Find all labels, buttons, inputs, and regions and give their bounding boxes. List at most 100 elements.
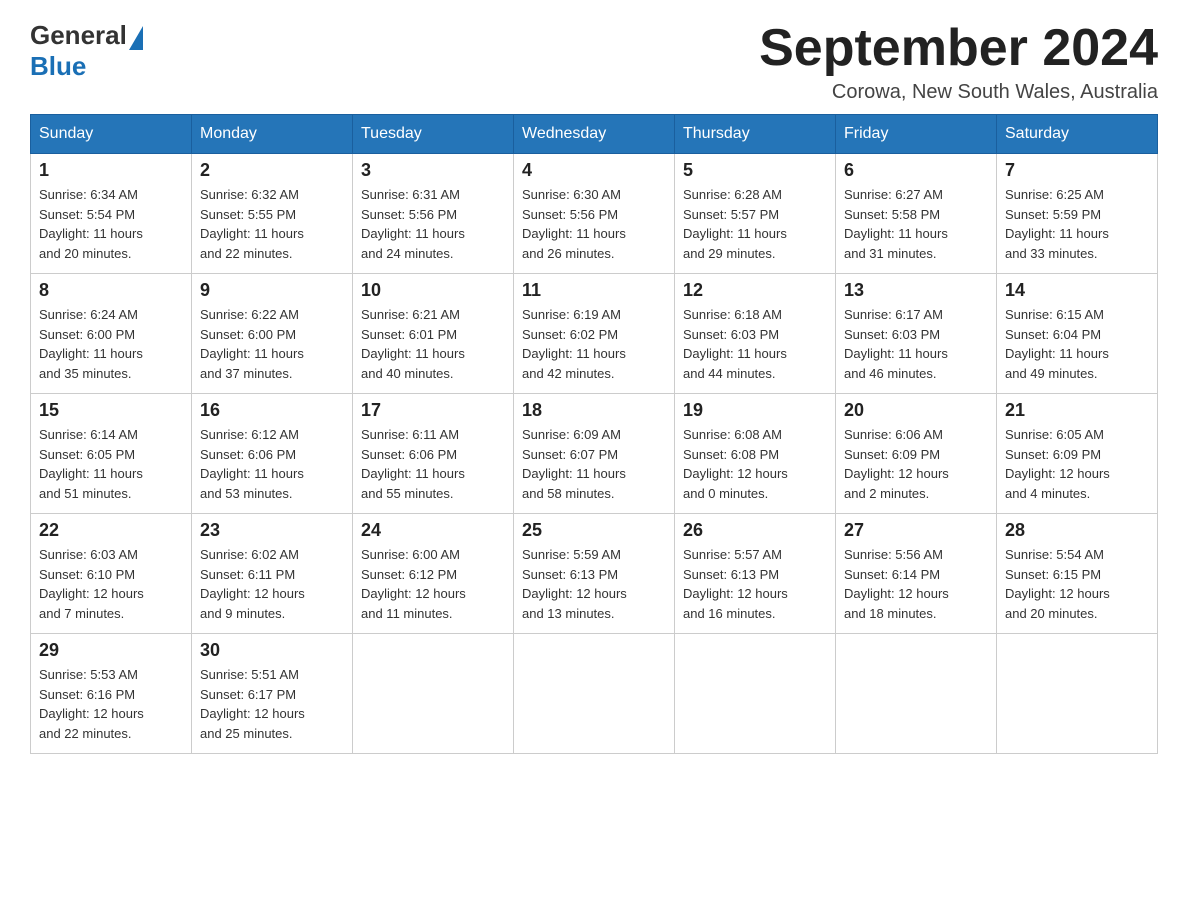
day-info: Sunrise: 6:14 AM Sunset: 6:05 PM Dayligh…	[39, 425, 183, 503]
day-info: Sunrise: 6:21 AM Sunset: 6:01 PM Dayligh…	[361, 305, 505, 383]
calendar-day-cell: 21Sunrise: 6:05 AM Sunset: 6:09 PM Dayli…	[997, 394, 1158, 514]
day-number: 9	[200, 280, 344, 301]
day-info: Sunrise: 6:19 AM Sunset: 6:02 PM Dayligh…	[522, 305, 666, 383]
calendar-week-row: 1 Sunrise: 6:34 AM Sunset: 5:54 PM Daylig…	[31, 154, 1158, 274]
calendar-day-cell	[675, 634, 836, 754]
logo: General Blue	[30, 20, 143, 82]
calendar-day-cell: 4 Sunrise: 6:30 AM Sunset: 5:56 PM Daylig…	[514, 154, 675, 274]
day-number: 6	[844, 160, 988, 181]
calendar-day-cell: 20 Sunrise: 6:06 AM Sunset: 6:09 PM Dayli…	[836, 394, 997, 514]
day-number: 20	[844, 400, 988, 421]
day-info: Sunrise: 6:31 AM Sunset: 5:56 PM Dayligh…	[361, 185, 505, 263]
day-info: Sunrise: 5:51 AM Sunset: 6:17 PM Dayligh…	[200, 665, 344, 743]
day-info: Sunrise: 6:06 AM Sunset: 6:09 PM Dayligh…	[844, 425, 988, 503]
day-info: Sunrise: 6:27 AM Sunset: 5:58 PM Dayligh…	[844, 185, 988, 263]
calendar-day-cell: 19Sunrise: 6:08 AM Sunset: 6:08 PM Dayli…	[675, 394, 836, 514]
calendar-day-cell: 9Sunrise: 6:22 AM Sunset: 6:00 PM Daylig…	[192, 274, 353, 394]
day-of-week-header: Wednesday	[514, 115, 675, 154]
day-info: Sunrise: 6:15 AM Sunset: 6:04 PM Dayligh…	[1005, 305, 1149, 383]
day-number: 8	[39, 280, 183, 301]
calendar-day-cell: 11 Sunrise: 6:19 AM Sunset: 6:02 PM Dayli…	[514, 274, 675, 394]
calendar-day-cell: 6 Sunrise: 6:27 AM Sunset: 5:58 PM Daylig…	[836, 154, 997, 274]
logo-blue-text: Blue	[30, 51, 143, 82]
day-number: 30	[200, 640, 344, 661]
day-info: Sunrise: 5:54 AM Sunset: 6:15 PM Dayligh…	[1005, 545, 1149, 623]
day-number: 16	[200, 400, 344, 421]
calendar-day-cell: 30 Sunrise: 5:51 AM Sunset: 6:17 PM Dayli…	[192, 634, 353, 754]
calendar-day-cell: 27Sunrise: 5:56 AM Sunset: 6:14 PM Dayli…	[836, 514, 997, 634]
day-number: 10	[361, 280, 505, 301]
calendar-day-cell: 18 Sunrise: 6:09 AM Sunset: 6:07 PM Dayli…	[514, 394, 675, 514]
day-number: 7	[1005, 160, 1149, 181]
day-info: Sunrise: 6:24 AM Sunset: 6:00 PM Dayligh…	[39, 305, 183, 383]
calendar-day-cell	[353, 634, 514, 754]
calendar-day-cell: 29 Sunrise: 5:53 AM Sunset: 6:16 PM Dayli…	[31, 634, 192, 754]
day-number: 13	[844, 280, 988, 301]
calendar-day-cell: 15 Sunrise: 6:14 AM Sunset: 6:05 PM Dayli…	[31, 394, 192, 514]
day-info: Sunrise: 6:11 AM Sunset: 6:06 PM Dayligh…	[361, 425, 505, 503]
day-info: Sunrise: 6:00 AM Sunset: 6:12 PM Dayligh…	[361, 545, 505, 623]
calendar-day-cell: 16 Sunrise: 6:12 AM Sunset: 6:06 PM Dayli…	[192, 394, 353, 514]
calendar-day-cell: 24 Sunrise: 6:00 AM Sunset: 6:12 PM Dayli…	[353, 514, 514, 634]
calendar-day-cell: 10 Sunrise: 6:21 AM Sunset: 6:01 PM Dayli…	[353, 274, 514, 394]
day-of-week-header: Thursday	[675, 115, 836, 154]
day-info: Sunrise: 6:02 AM Sunset: 6:11 PM Dayligh…	[200, 545, 344, 623]
day-number: 3	[361, 160, 505, 181]
calendar-day-cell: 14 Sunrise: 6:15 AM Sunset: 6:04 PM Dayli…	[997, 274, 1158, 394]
day-number: 26	[683, 520, 827, 541]
day-info: Sunrise: 6:28 AM Sunset: 5:57 PM Dayligh…	[683, 185, 827, 263]
day-number: 14	[1005, 280, 1149, 301]
day-number: 5	[683, 160, 827, 181]
day-number: 22	[39, 520, 183, 541]
calendar-day-cell: 28Sunrise: 5:54 AM Sunset: 6:15 PM Dayli…	[997, 514, 1158, 634]
day-info: Sunrise: 6:25 AM Sunset: 5:59 PM Dayligh…	[1005, 185, 1149, 263]
calendar-day-cell	[514, 634, 675, 754]
day-number: 24	[361, 520, 505, 541]
calendar-day-cell: 26 Sunrise: 5:57 AM Sunset: 6:13 PM Dayli…	[675, 514, 836, 634]
calendar-week-row: 15 Sunrise: 6:14 AM Sunset: 6:05 PM Dayli…	[31, 394, 1158, 514]
calendar-day-cell: 17Sunrise: 6:11 AM Sunset: 6:06 PM Dayli…	[353, 394, 514, 514]
title-section: September 2024 Corowa, New South Wales, …	[759, 20, 1158, 104]
day-info: Sunrise: 6:30 AM Sunset: 5:56 PM Dayligh…	[522, 185, 666, 263]
calendar-table: SundayMondayTuesdayWednesdayThursdayFrid…	[30, 114, 1158, 754]
page-header: General Blue September 2024 Corowa, New …	[30, 20, 1158, 104]
day-number: 4	[522, 160, 666, 181]
day-info: Sunrise: 6:17 AM Sunset: 6:03 PM Dayligh…	[844, 305, 988, 383]
calendar-week-row: 22 Sunrise: 6:03 AM Sunset: 6:10 PM Dayli…	[31, 514, 1158, 634]
day-number: 1	[39, 160, 183, 181]
calendar-day-cell: 3 Sunrise: 6:31 AM Sunset: 5:56 PM Daylig…	[353, 154, 514, 274]
calendar-day-cell: 12Sunrise: 6:18 AM Sunset: 6:03 PM Dayli…	[675, 274, 836, 394]
day-of-week-header: Monday	[192, 115, 353, 154]
day-info: Sunrise: 5:59 AM Sunset: 6:13 PM Dayligh…	[522, 545, 666, 623]
calendar-day-cell: 13 Sunrise: 6:17 AM Sunset: 6:03 PM Dayli…	[836, 274, 997, 394]
day-number: 29	[39, 640, 183, 661]
calendar-day-cell: 22 Sunrise: 6:03 AM Sunset: 6:10 PM Dayli…	[31, 514, 192, 634]
day-of-week-header: Tuesday	[353, 115, 514, 154]
calendar-day-cell: 5 Sunrise: 6:28 AM Sunset: 5:57 PM Daylig…	[675, 154, 836, 274]
day-number: 12	[683, 280, 827, 301]
calendar-day-cell: 2Sunrise: 6:32 AM Sunset: 5:55 PM Daylig…	[192, 154, 353, 274]
calendar-day-cell: 25 Sunrise: 5:59 AM Sunset: 6:13 PM Dayli…	[514, 514, 675, 634]
calendar-day-cell	[836, 634, 997, 754]
day-info: Sunrise: 6:34 AM Sunset: 5:54 PM Dayligh…	[39, 185, 183, 263]
day-info: Sunrise: 6:09 AM Sunset: 6:07 PM Dayligh…	[522, 425, 666, 503]
day-info: Sunrise: 5:57 AM Sunset: 6:13 PM Dayligh…	[683, 545, 827, 623]
calendar-week-row: 29 Sunrise: 5:53 AM Sunset: 6:16 PM Dayli…	[31, 634, 1158, 754]
day-number: 2	[200, 160, 344, 181]
day-number: 18	[522, 400, 666, 421]
calendar-week-row: 8 Sunrise: 6:24 AM Sunset: 6:00 PM Daylig…	[31, 274, 1158, 394]
calendar-day-cell: 8 Sunrise: 6:24 AM Sunset: 6:00 PM Daylig…	[31, 274, 192, 394]
day-number: 25	[522, 520, 666, 541]
day-number: 19	[683, 400, 827, 421]
day-info: Sunrise: 6:03 AM Sunset: 6:10 PM Dayligh…	[39, 545, 183, 623]
day-of-week-header: Saturday	[997, 115, 1158, 154]
day-info: Sunrise: 6:12 AM Sunset: 6:06 PM Dayligh…	[200, 425, 344, 503]
logo-general-text: General	[30, 20, 127, 51]
calendar-header-row: SundayMondayTuesdayWednesdayThursdayFrid…	[31, 115, 1158, 154]
calendar-day-cell: 1 Sunrise: 6:34 AM Sunset: 5:54 PM Daylig…	[31, 154, 192, 274]
day-number: 11	[522, 280, 666, 301]
day-number: 15	[39, 400, 183, 421]
calendar-day-cell: 23 Sunrise: 6:02 AM Sunset: 6:11 PM Dayli…	[192, 514, 353, 634]
day-info: Sunrise: 5:53 AM Sunset: 6:16 PM Dayligh…	[39, 665, 183, 743]
day-number: 23	[200, 520, 344, 541]
